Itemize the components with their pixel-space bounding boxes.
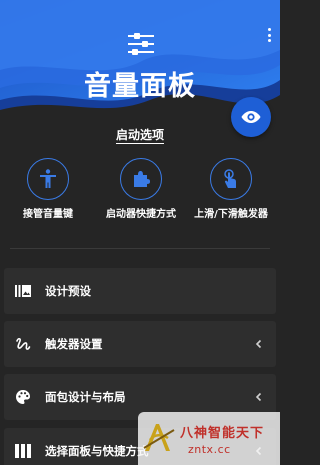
touch-icon xyxy=(224,169,236,188)
app-title: 音量面板 xyxy=(84,71,196,102)
columns-icon xyxy=(15,443,31,459)
settings-item-design-presets[interactable]: 设计预设 xyxy=(4,268,276,314)
panel-preset-icon xyxy=(15,283,31,299)
settings-item-label: 设计预设 xyxy=(45,284,91,298)
accessibility-icon xyxy=(40,169,56,188)
settings-item-label: 面包设计与布局 xyxy=(45,390,126,404)
chevron-left-icon xyxy=(255,392,262,402)
launch-item-swipe-trigger[interactable]: 上滑/下滑触发器 xyxy=(186,158,276,222)
launch-item-label: 接管音量键 xyxy=(23,209,73,220)
palette-icon xyxy=(15,389,31,405)
watermark: 八神智能天下 zntx.cc xyxy=(138,412,280,465)
puzzle-icon xyxy=(134,171,150,187)
eye-icon xyxy=(241,111,261,123)
launch-options-heading: 启动选项 xyxy=(115,128,164,144)
settings-item-trigger-settings[interactable]: 触发器设置 xyxy=(4,321,276,367)
more-vert-icon[interactable] xyxy=(262,26,276,44)
chevron-left-icon xyxy=(255,339,262,349)
watermark-url: zntx.cc xyxy=(188,443,231,456)
launch-item-launcher-shortcut[interactable]: 启动器快捷方式 xyxy=(96,158,186,222)
launch-item-volume-keys[interactable]: 接管音量键 xyxy=(3,158,93,222)
launch-item-label: 启动器快捷方式 xyxy=(106,209,176,220)
sliders-icon xyxy=(126,32,156,56)
section-divider xyxy=(10,248,270,249)
watermark-logo-icon xyxy=(143,424,175,451)
watermark-text: 八神智能天下 xyxy=(180,426,265,441)
gesture-icon xyxy=(15,336,31,352)
settings-item-label: 触发器设置 xyxy=(45,337,103,351)
launch-item-label: 上滑/下滑触发器 xyxy=(194,209,268,220)
